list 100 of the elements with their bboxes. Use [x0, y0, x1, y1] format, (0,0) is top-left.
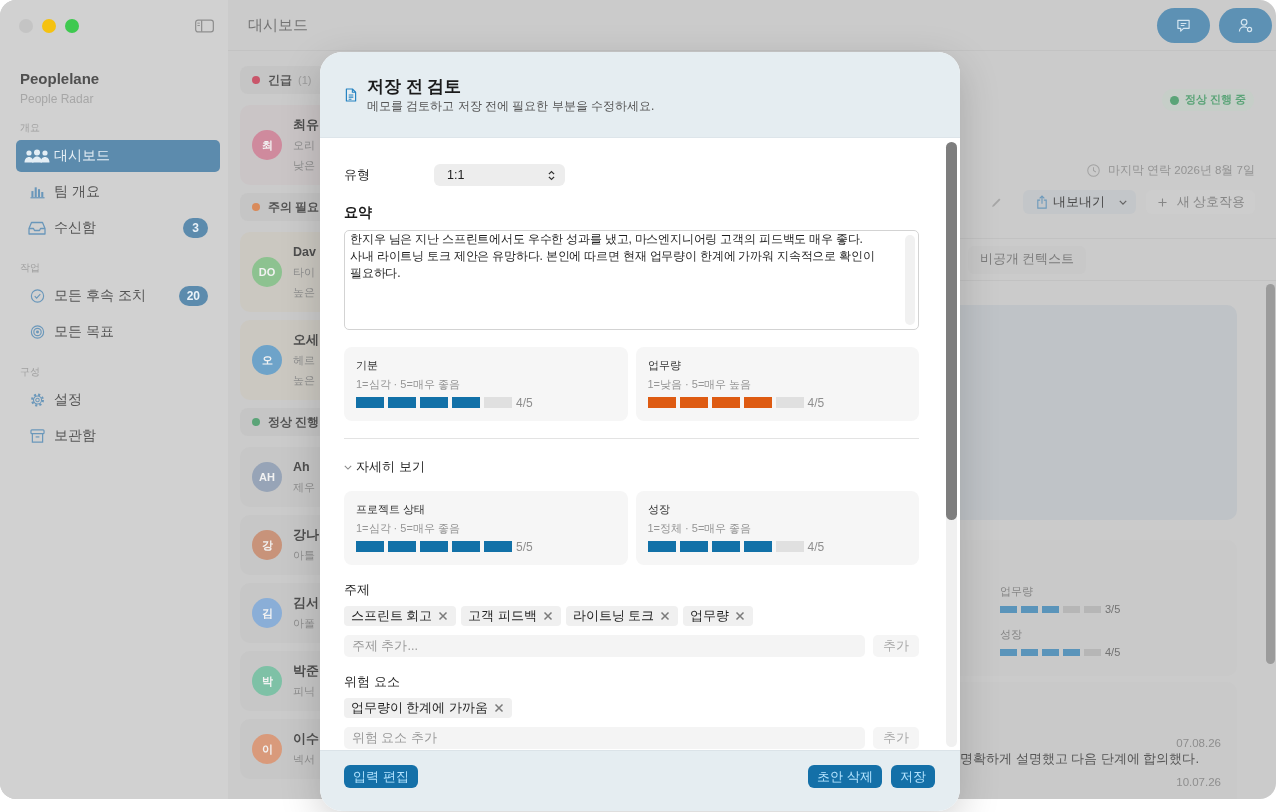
sidebar-item[interactable]: 대시보드	[16, 140, 220, 172]
rating-scale-hint: 1=심각 · 5=매우 좋음	[356, 521, 460, 535]
clock-icon	[1086, 163, 1100, 177]
messages-button[interactable]	[1157, 7, 1210, 43]
sidebar-item[interactable]: 팀 개요	[16, 176, 220, 208]
scrollbar-thumb[interactable]	[946, 142, 957, 520]
app-name: Peoplelane	[19, 70, 101, 88]
summary-field[interactable]: 한지우 님은 지난 스프린트에서도 우수한 성과를 냈고, 마스엔지니어링 고객의 피드백도 매우 좋다. 사내 라이트닝 토크 제안은 유망하다. 본인에 따르면 현재 업무량이 한계에 가까워 지속적으로 확인이 필요하다.	[344, 230, 919, 330]
count-badge: 20	[178, 286, 208, 306]
count-badge: 3	[183, 218, 208, 238]
rating-label: 성장	[1000, 627, 1023, 641]
dialog-button[interactable]: 입력 편집	[344, 765, 418, 788]
avatar: 박	[252, 666, 282, 696]
share-icon	[1035, 195, 1048, 209]
inbox-icon	[28, 221, 46, 235]
dialog-subtitle: 메모를 검토하고 저장 전에 필요한 부분을 수정하세요.	[367, 98, 655, 114]
dialog-button[interactable]: 초안 삭제	[808, 765, 882, 788]
rating-value: 4/5	[516, 395, 533, 410]
remove-icon[interactable]	[660, 611, 671, 621]
remove-icon[interactable]	[493, 703, 504, 713]
check-circle-icon	[29, 289, 45, 303]
rating-value: 5/5	[516, 539, 533, 554]
target-icon	[29, 325, 45, 339]
field-label: 유형	[344, 166, 371, 184]
tag-text: 업무량	[690, 607, 730, 625]
dialog-button[interactable]: 저장	[891, 765, 935, 788]
note-text: 명확하게 설명했고 다음 단계에 합의했다.	[960, 751, 1200, 767]
status-label: 정상 진행 중	[1185, 93, 1246, 107]
sidebar-item[interactable]: 보관함	[16, 420, 220, 452]
person-detail: 타이	[293, 265, 316, 280]
dialog-title: 저장 전 검토	[367, 76, 462, 96]
tag-text: 고객 피드백	[468, 607, 537, 625]
rating-label: 기분	[356, 358, 378, 372]
avatar: 오	[252, 345, 282, 375]
archive-box-icon	[29, 429, 45, 443]
section-heading: 요약	[344, 204, 372, 220]
rating-value: 4/5	[807, 395, 825, 410]
avatar: AH	[252, 462, 282, 492]
tag-input[interactable]: 주제 추가...	[344, 635, 865, 657]
remove-icon[interactable]	[542, 611, 553, 621]
people-icon	[24, 149, 50, 163]
export-button[interactable]: 내보내기	[1022, 190, 1136, 214]
sidebar-toggle-icon[interactable]	[195, 19, 214, 33]
chevron-updown-icon	[548, 169, 555, 181]
person-name: 오세	[293, 332, 319, 349]
tag-text: 스프린트 회고	[351, 607, 433, 625]
group-title: 정상 진행	[268, 413, 320, 431]
sidebar-item[interactable]: 수신함 3	[16, 212, 220, 244]
chevron-down-icon	[344, 464, 352, 470]
page-title: 대시보드	[248, 15, 308, 35]
sidebar-item[interactable]: 설정	[16, 384, 220, 416]
tag-text: 라이트닝 토크	[572, 607, 655, 625]
chat-icon	[1176, 17, 1191, 33]
details-toggle[interactable]: 자세히 보기	[344, 459, 425, 475]
avatar: 김	[252, 598, 282, 628]
rating-value: 4/5	[807, 539, 825, 554]
rating-label: 업무량	[1000, 584, 1034, 598]
sidebar-item[interactable]: 모든 목표	[16, 316, 220, 348]
scrollbar-thumb[interactable]	[1266, 284, 1275, 664]
gear-icon	[29, 393, 45, 407]
remove-icon[interactable]	[438, 611, 449, 621]
avatar: DO	[252, 257, 282, 287]
note-date: 07.08.26	[1176, 736, 1221, 750]
avatar: 최	[252, 130, 282, 160]
rating-scale-hint: 1=심각 · 5=매우 좋음	[356, 377, 460, 391]
rating-value: 4/5	[1105, 646, 1121, 658]
rating-label: 프로젝트 상태	[356, 502, 426, 516]
remove-icon[interactable]	[735, 611, 746, 621]
rating-scale-hint: 1=낮음 · 5=매우 높음	[647, 377, 752, 391]
person-name: 최유	[293, 117, 319, 134]
rating-scale-hint: 1=정체 · 5=매우 좋음	[647, 521, 752, 535]
profile-settings-button[interactable]	[1219, 7, 1272, 43]
field-label: 위험 요소	[344, 674, 400, 690]
field-label: 주제	[344, 582, 370, 598]
plus-icon	[1157, 197, 1167, 207]
person-name: 김서	[293, 595, 319, 612]
tag-input[interactable]: 위험 요소 추가	[344, 727, 865, 749]
person-detail: 높은	[293, 373, 316, 388]
rating-label: 성장	[647, 502, 670, 516]
person-name: 박준	[293, 663, 319, 680]
type-select[interactable]: 1:1	[434, 164, 565, 186]
group-title: 주의 필요	[268, 198, 320, 216]
group-title: 긴급	[268, 71, 292, 89]
note-date: 10.07.26	[1176, 775, 1221, 789]
person-name: 강나	[293, 527, 319, 544]
bar-chart-icon	[29, 185, 45, 199]
person-name: 이수	[293, 731, 319, 748]
sidebar-item[interactable]: 모든 후속 조치 20	[16, 280, 220, 312]
document-icon	[345, 88, 357, 102]
scrollbar-track[interactable]	[946, 142, 957, 747]
chevron-down-icon	[1118, 199, 1127, 205]
rating-value: 3/5	[1105, 603, 1121, 615]
person-name: Dav	[293, 244, 316, 261]
tag-text: 업무량이 한계에 가까움	[351, 699, 488, 717]
avatar: 이	[252, 734, 282, 764]
person-card[interactable]: DO Dav 타이 높은	[240, 232, 320, 312]
avatar: 강	[252, 530, 282, 560]
person-name: Ah	[293, 459, 311, 476]
rating-label: 업무량	[647, 358, 681, 372]
person-gear-icon	[1238, 17, 1253, 33]
